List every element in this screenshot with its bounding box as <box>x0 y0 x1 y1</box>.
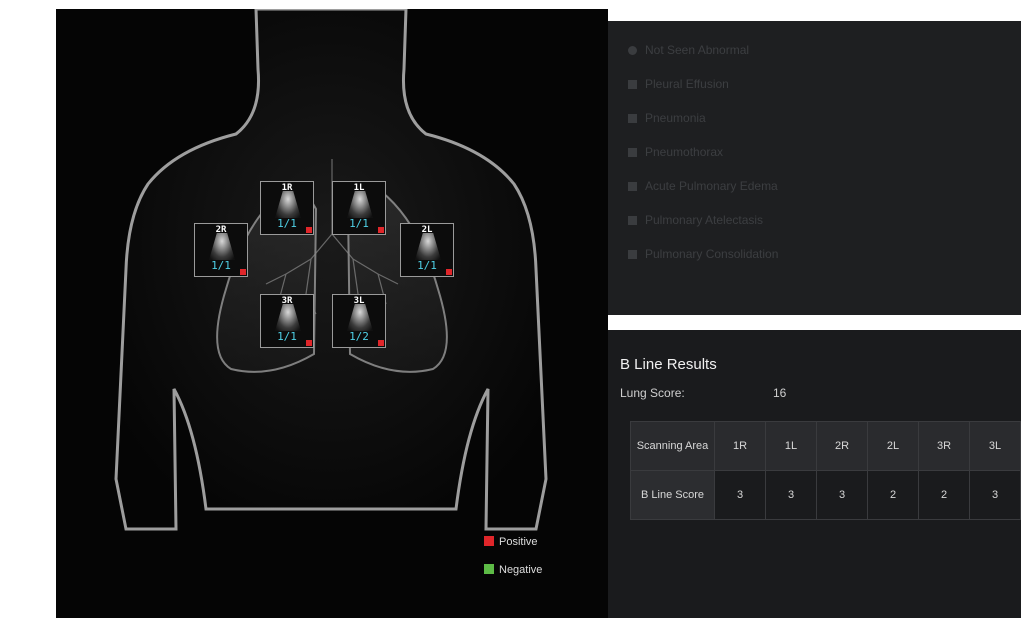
lung-diagram-view: 1R 1/1 1L 1/1 2R 1/1 2L 1/1 3R 1/1 3L 1/… <box>56 9 608 618</box>
zone-tile-3r[interactable]: 3R 1/1 <box>260 294 314 348</box>
table-cell: 3R <box>917 421 971 471</box>
checkbox-icon <box>628 114 637 123</box>
diagnosis-option-label: Pleural Effusion <box>645 77 729 91</box>
ultrasound-thumbnail <box>209 233 235 260</box>
positive-flag <box>240 269 246 275</box>
legend-positive: Positive <box>484 536 538 548</box>
positive-flag <box>306 227 312 233</box>
table-cell: 2L <box>867 421 919 471</box>
diagnosis-option-label: Pulmonary Consolidation <box>645 247 779 261</box>
checkbox-icon <box>628 148 637 157</box>
lung-score-label: Lung Score: <box>620 386 685 400</box>
positive-swatch <box>484 536 494 546</box>
row-header-scanning-area: Scanning Area <box>630 421 715 471</box>
zone-tile-3l[interactable]: 3L 1/2 <box>332 294 386 348</box>
ultrasound-thumbnail <box>275 191 301 218</box>
checkbox-icon <box>628 80 637 89</box>
table-cell: 2 <box>867 470 919 520</box>
ultrasound-thumbnail <box>415 233 441 260</box>
table-cell: 1R <box>713 421 767 471</box>
diagnosis-option-pneumothorax[interactable]: Pneumothorax <box>628 145 723 159</box>
positive-flag <box>306 340 312 346</box>
table-cell: 3 <box>815 470 869 520</box>
zone-label: 3L <box>353 296 365 306</box>
ultrasound-thumbnail <box>347 191 373 218</box>
radio-icon <box>628 46 637 55</box>
zone-label: 2R <box>215 225 227 235</box>
diagnosis-option-label: Acute Pulmonary Edema <box>645 179 778 193</box>
zone-label: 1R <box>281 183 293 193</box>
zone-label: 2L <box>421 225 433 235</box>
zone-label: 1L <box>353 183 365 193</box>
diagnosis-option-not-seen-abnormal[interactable]: Not Seen Abnormal <box>628 43 749 57</box>
table-cell: 2R <box>815 421 869 471</box>
table-row: Scanning Area 1R 1L 2R 2L 3R 3L <box>630 421 1021 471</box>
zone-tile-1l[interactable]: 1L 1/1 <box>332 181 386 235</box>
legend-negative-label: Negative <box>499 564 543 576</box>
b-line-table: Scanning Area 1R 1L 2R 2L 3R 3L B Line S… <box>630 421 1021 520</box>
b-line-results-title: B Line Results <box>620 356 717 373</box>
diagnosis-option-label: Not Seen Abnormal <box>645 43 750 57</box>
table-row: B Line Score 3 3 3 2 2 3 <box>630 470 1021 520</box>
diagnosis-option-pulmonary-consolidation[interactable]: Pulmonary Consolidation <box>628 247 778 261</box>
b-line-results-panel: B Line Results Lung Score: 16 Scanning A… <box>608 330 1021 618</box>
positive-flag <box>378 227 384 233</box>
table-cell: 2 <box>917 470 971 520</box>
negative-swatch <box>484 564 494 574</box>
checkbox-icon <box>628 182 637 191</box>
row-header-b-line-score: B Line Score <box>630 470 715 520</box>
lung-score-value: 16 <box>773 386 787 400</box>
diagnosis-option-pulmonary-atelectasis[interactable]: Pulmonary Atelectasis <box>628 213 763 227</box>
checkbox-icon <box>628 250 637 259</box>
zone-label: 3R <box>281 296 293 306</box>
zone-tile-2r[interactable]: 2R 1/1 <box>194 223 248 277</box>
diagnosis-option-label: Pulmonary Atelectasis <box>645 213 764 227</box>
diagnosis-option-pleural-effusion[interactable]: Pleural Effusion <box>628 77 729 91</box>
positive-flag <box>446 269 452 275</box>
diagnosis-option-label: Pneumonia <box>645 111 706 125</box>
table-cell: 1L <box>765 421 817 471</box>
legend-negative: Negative <box>484 564 542 576</box>
checkbox-icon <box>628 216 637 225</box>
zone-tile-2l[interactable]: 2L 1/1 <box>400 223 454 277</box>
zone-tile-1r[interactable]: 1R 1/1 <box>260 181 314 235</box>
diagnosis-option-label: Pneumothorax <box>645 145 724 159</box>
diagnosis-option-pneumonia[interactable]: Pneumonia <box>628 111 706 125</box>
positive-flag <box>378 340 384 346</box>
diagnosis-option-acute-pulmonary-edema[interactable]: Acute Pulmonary Edema <box>628 179 778 193</box>
table-cell: 3L <box>969 421 1021 471</box>
legend-positive-label: Positive <box>499 536 538 548</box>
ultrasound-thumbnail <box>275 304 301 331</box>
ultrasound-thumbnail <box>347 304 373 331</box>
table-cell: 3 <box>969 470 1021 520</box>
table-cell: 3 <box>765 470 817 520</box>
diagnosis-panel: Not Seen Abnormal Pleural Effusion Pneum… <box>608 21 1021 315</box>
table-cell: 3 <box>713 470 767 520</box>
